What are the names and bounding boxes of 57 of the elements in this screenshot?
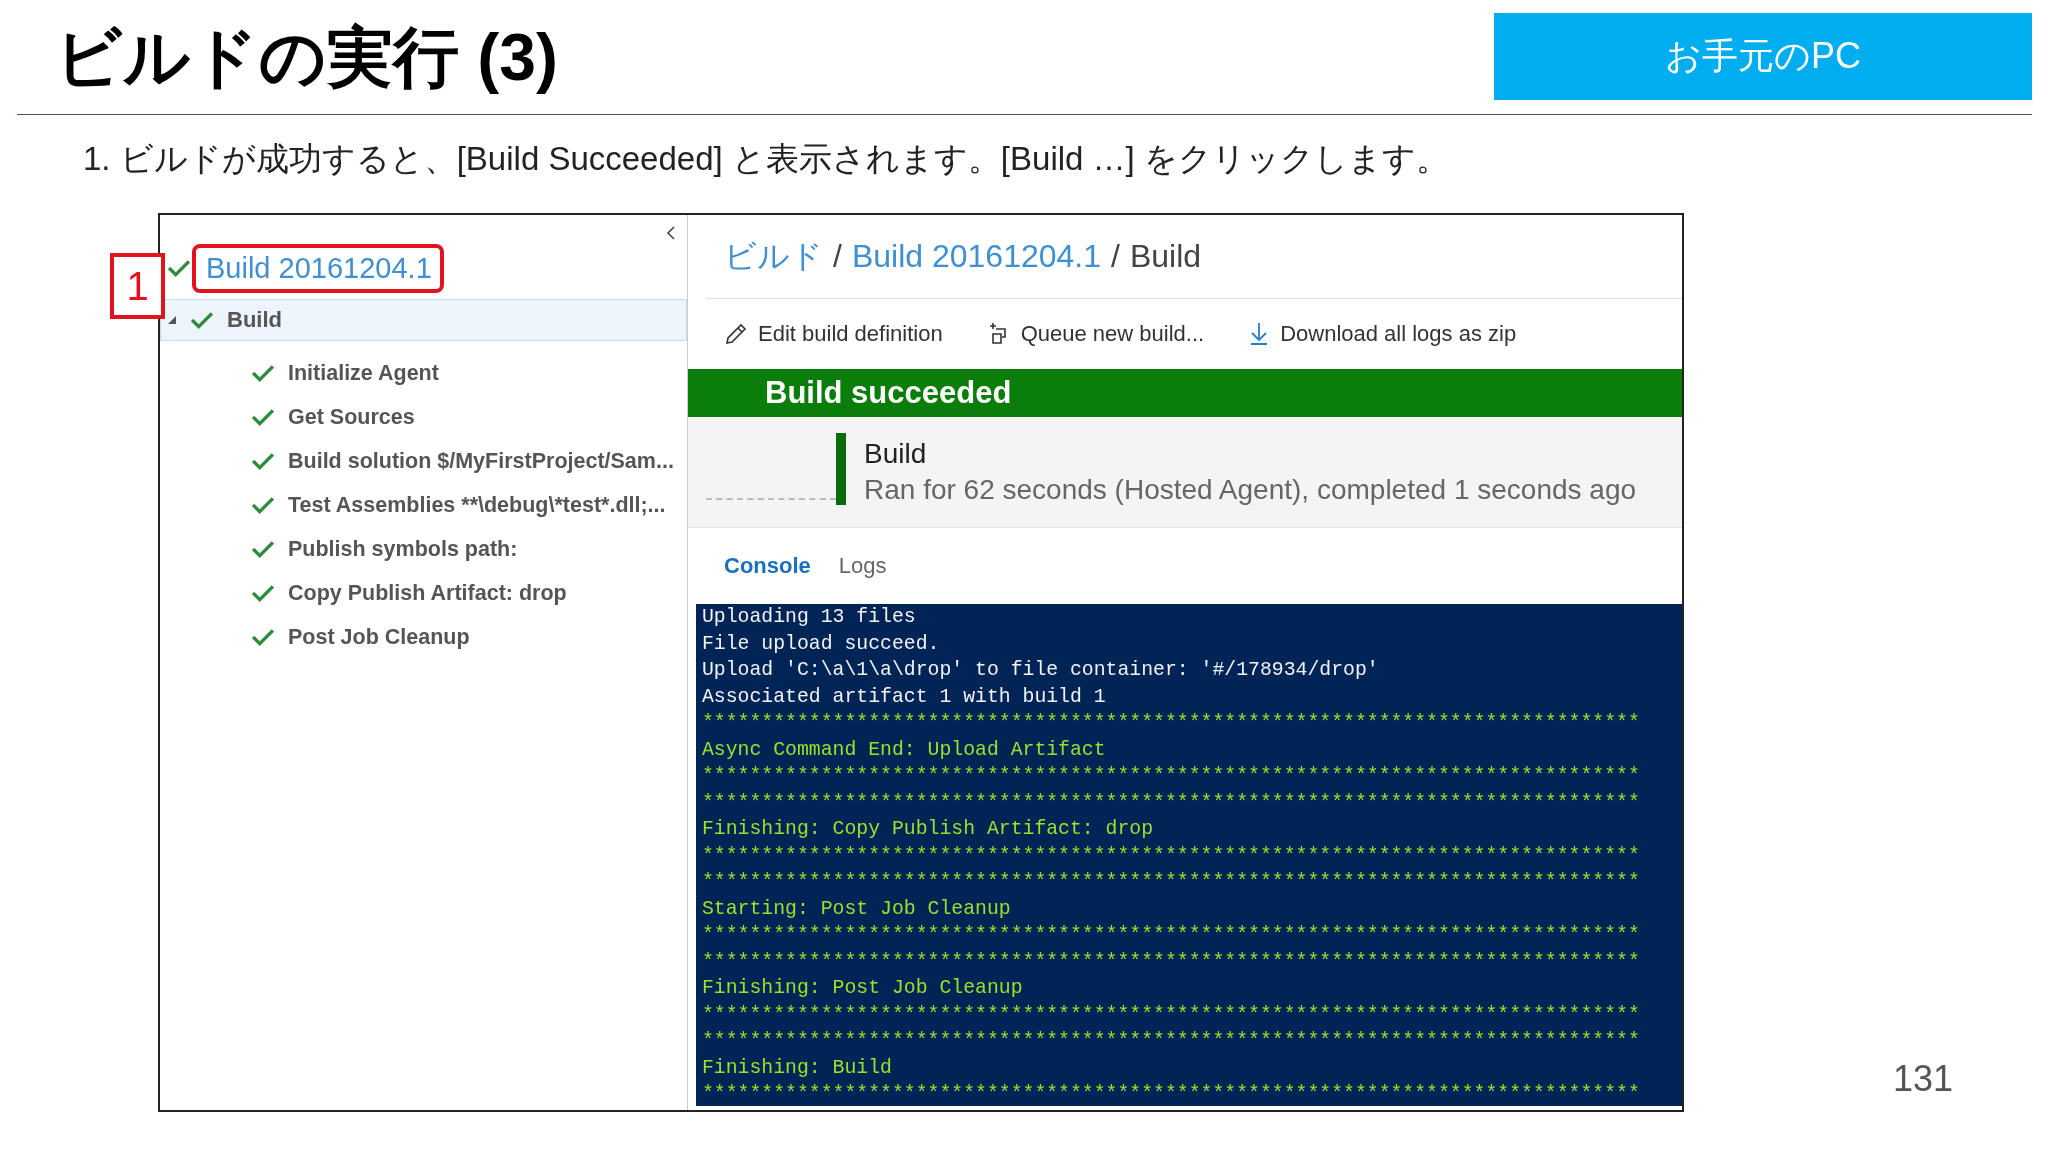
console-line: Uploading 13 files	[702, 605, 916, 630]
job-summary-name: Build	[864, 438, 928, 470]
console-line: *******************************************************************************	[702, 923, 1640, 948]
console-line: Async Command End: Upload Artifact	[702, 737, 1106, 763]
tab[interactable]: Logs	[838, 553, 887, 579]
toolbar-link[interactable]: Queue new build...	[1020, 321, 1205, 347]
console-line: File upload succeed.	[702, 631, 940, 657]
console-line: Finishing: Copy Publish Artifact: drop	[702, 817, 1154, 842]
step-label[interactable]: Post Job Cleanup	[288, 624, 470, 650]
step-check-icon	[252, 452, 274, 470]
slide-title: ビルドの実行 (3)	[55, 19, 558, 96]
expand-triangle-icon[interactable]	[167, 315, 177, 325]
console-line: *******************************************************************************	[702, 790, 1640, 816]
tab[interactable]: Console	[724, 553, 811, 579]
job-name: Build	[227, 307, 282, 333]
console-line: Associated artifact 1 with build 1	[702, 684, 1106, 710]
console-line: Starting: Post Job Cleanup	[702, 896, 1011, 922]
step-check-icon	[252, 628, 274, 646]
console-line: *******************************************************************************	[702, 1002, 1640, 1028]
job-row[interactable]: Build	[160, 299, 687, 341]
step-check-icon	[252, 496, 274, 514]
console-line: Upload 'C:\a\1\a\drop' to file container: '#/178934/drop'	[702, 658, 1379, 683]
console-line: *******************************************************************************	[702, 1082, 1640, 1106]
step-check-icon	[252, 364, 274, 382]
console-line: *******************************************************************************	[702, 711, 1640, 736]
collapse-chevron-icon[interactable]	[665, 225, 677, 241]
location-badge: お手元のPC	[1494, 13, 2032, 100]
toolbar-link[interactable]: Download all logs as zip	[1280, 321, 1517, 347]
console-line: *******************************************************************************	[702, 1029, 1640, 1054]
step-label[interactable]: Build solution $/MyFirstProject/Sam...	[288, 448, 674, 474]
step-label[interactable]: Get Sources	[288, 404, 415, 430]
console-line: *******************************************************************************	[702, 764, 1640, 789]
job-check-icon	[191, 311, 213, 329]
pencil-icon	[724, 322, 748, 346]
job-summary-detail: Ran for 62 seconds (Hosted Agent), completed 1 seconds ago	[864, 474, 1637, 506]
step-label[interactable]: Test Assemblies **\debug\*test*.dll;...	[288, 492, 666, 518]
breadcrumb-current: Build	[1129, 238, 1202, 275]
breadcrumb-separator: /	[1111, 238, 1120, 275]
step-check-icon	[252, 584, 274, 602]
build-status-check-icon	[168, 259, 190, 277]
step-label[interactable]: Publish symbols path:	[288, 536, 518, 562]
step-number-callout: 1	[110, 253, 165, 319]
step-label[interactable]: Initialize Agent	[288, 360, 439, 386]
console-line: *******************************************************************************	[702, 949, 1640, 975]
step-check-icon	[252, 408, 274, 426]
status-banner: Build succeeded	[688, 369, 1682, 417]
console-line: *******************************************************************************	[702, 870, 1640, 895]
console-line: Finishing: Build	[702, 1055, 892, 1081]
console-line: *******************************************************************************	[702, 843, 1640, 869]
step-check-icon	[252, 540, 274, 558]
instruction-text: 1. ビルドが成功すると、[Build Succeeded] と表示されます。[Build …] をクリックします。	[83, 139, 1450, 179]
status-bar-marker	[836, 433, 846, 505]
console-line: Finishing: Post Job Cleanup	[702, 976, 1023, 1001]
toolbar-link[interactable]: Edit build definition	[758, 321, 943, 347]
page-number: 131	[1893, 1058, 1954, 1100]
breadcrumb-separator: /	[833, 238, 842, 275]
step-label[interactable]: Copy Publish Artifact: drop	[288, 580, 567, 606]
